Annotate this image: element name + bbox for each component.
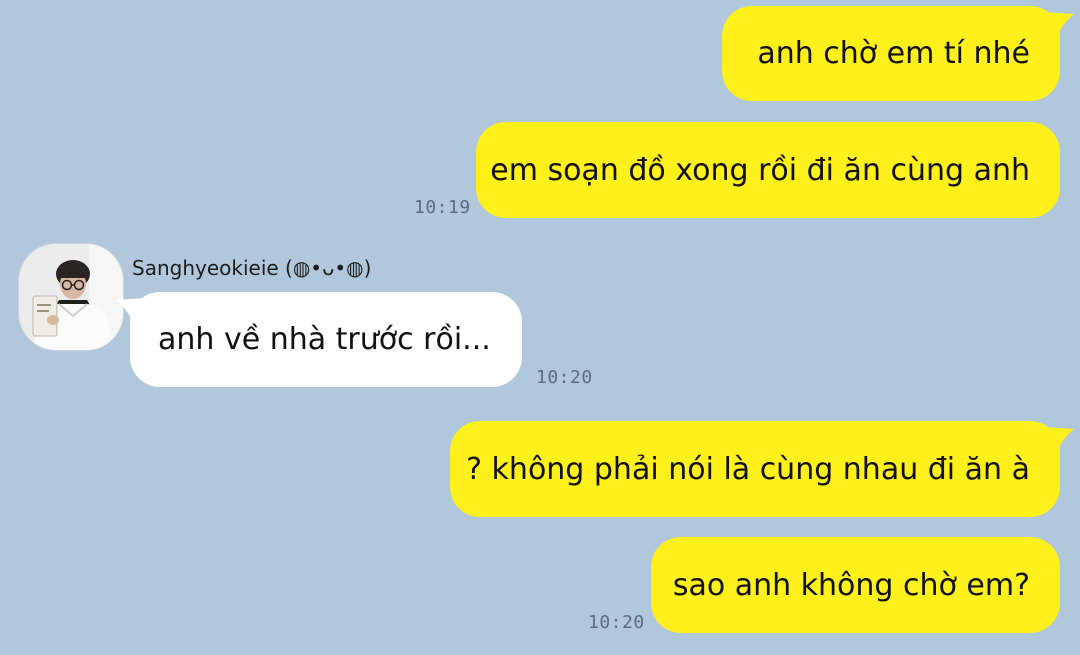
bubble-tail-icon <box>116 298 146 326</box>
message-text: anh chờ em tí nhé <box>757 36 1030 71</box>
message-bubble-outgoing[interactable]: sao anh không chờ em? <box>651 537 1060 633</box>
message-text: sao anh không chờ em? <box>672 567 1030 603</box>
message-text: anh về nhà trước rồi... <box>158 322 491 357</box>
message-timestamp: 10:20 <box>536 367 593 388</box>
sender-name: Sanghyeokieie (◍•ᴗ•◍) <box>132 256 372 280</box>
message-bubble-incoming[interactable]: anh về nhà trước rồi... <box>116 292 522 387</box>
message-text: em soạn đồ xong rồi đi ăn cùng anh <box>490 152 1030 188</box>
message-bubble-outgoing[interactable]: ? không phải nói là cùng nhau đi ăn à <box>450 421 1074 517</box>
message-text: ? không phải nói là cùng nhau đi ăn à <box>466 451 1030 487</box>
person-reading-avatar-icon <box>19 244 123 350</box>
avatar[interactable] <box>18 243 124 351</box>
bubble-tail-icon <box>1044 427 1074 455</box>
bubble-tail-icon <box>1044 12 1074 40</box>
message-timestamp: 10:19 <box>414 197 471 218</box>
message-timestamp: 10:20 <box>588 612 645 633</box>
message-bubble-outgoing[interactable]: anh chờ em tí nhé <box>722 6 1074 101</box>
message-bubble-outgoing[interactable]: em soạn đồ xong rồi đi ăn cùng anh <box>476 122 1060 218</box>
